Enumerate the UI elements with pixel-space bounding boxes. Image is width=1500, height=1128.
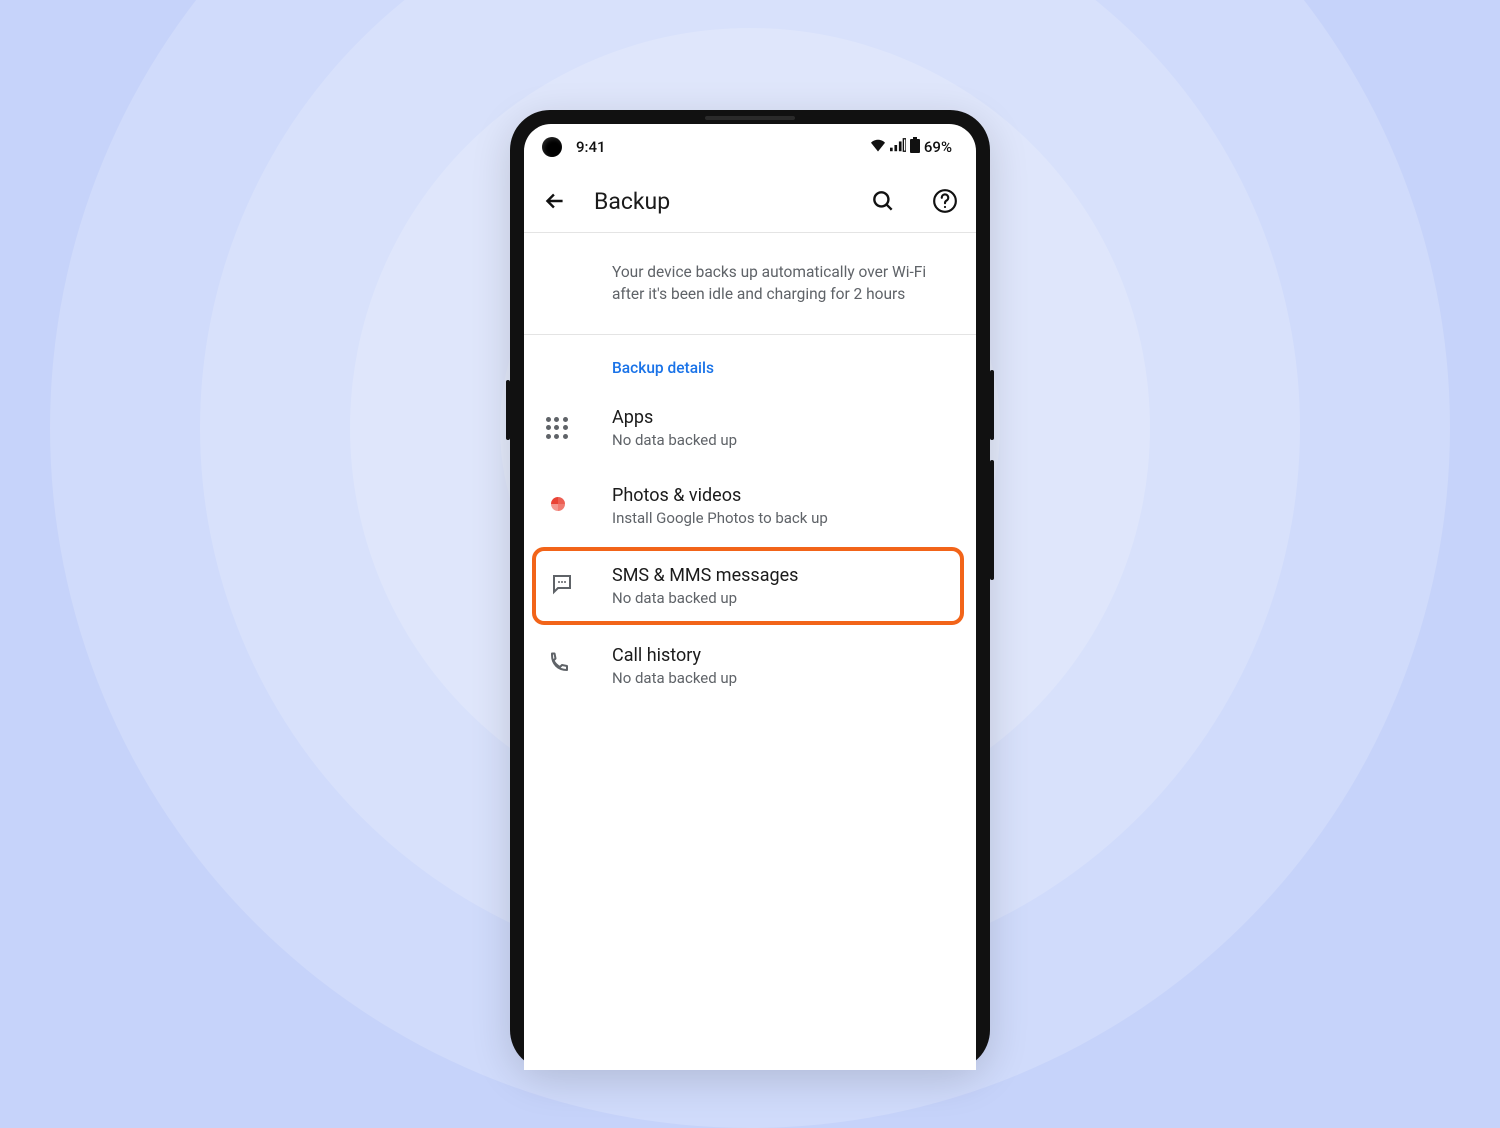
search-button[interactable] — [870, 188, 896, 214]
status-bar: 9:41 69% — [524, 124, 976, 170]
item-subtitle: No data backed up — [612, 431, 952, 449]
wifi-icon — [870, 138, 886, 156]
item-subtitle: No data backed up — [612, 589, 940, 607]
help-button[interactable] — [932, 188, 958, 214]
item-title: SMS & MMS messages — [612, 565, 940, 586]
signal-icon — [890, 138, 906, 156]
google-photos-icon — [546, 492, 570, 520]
item-subtitle: No data backed up — [612, 669, 952, 687]
phone-screen: 9:41 69% Backup — [524, 124, 976, 1070]
phone-frame: 9:41 69% Backup — [510, 110, 990, 1070]
battery-icon — [910, 137, 920, 157]
page-title: Backup — [594, 188, 850, 215]
item-title: Photos & videos — [612, 485, 952, 506]
backup-item-photos[interactable]: Photos & videos Install Google Photos to… — [524, 467, 976, 545]
section-header-backup-details: Backup details — [524, 335, 976, 389]
item-title: Apps — [612, 407, 952, 428]
camera-punch-hole — [542, 137, 562, 157]
app-bar: Backup — [524, 170, 976, 232]
status-time: 9:41 — [576, 138, 606, 156]
back-button[interactable] — [542, 188, 568, 214]
backup-item-sms[interactable]: SMS & MMS messages No data backed up — [536, 551, 960, 621]
item-title: Call history — [612, 645, 952, 666]
backup-item-apps[interactable]: Apps No data backed up — [524, 389, 976, 467]
item-subtitle: Install Google Photos to back up — [612, 509, 952, 527]
backup-info-text: Your device backs up automatically over … — [524, 233, 976, 334]
backup-item-calls[interactable]: Call history No data backed up — [524, 627, 976, 705]
phone-icon — [546, 652, 570, 680]
status-battery-text: 69% — [924, 138, 952, 156]
apps-grid-icon — [546, 417, 568, 439]
highlight-box-sms: SMS & MMS messages No data backed up — [532, 547, 964, 625]
message-icon — [550, 572, 574, 600]
